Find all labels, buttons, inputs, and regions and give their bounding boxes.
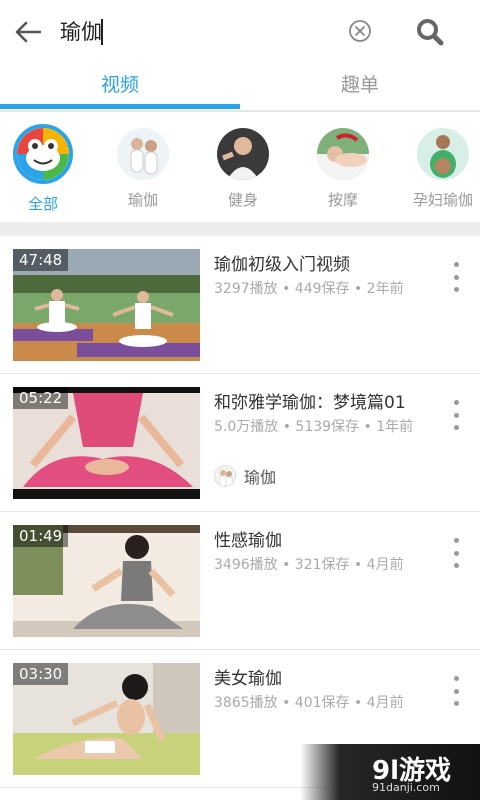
video-meta: 3865播放 • 401保存 • 4月前 (214, 695, 404, 711)
category-fitness[interactable]: 健身 (193, 128, 293, 210)
active-tab-indicator (0, 104, 240, 109)
uploader-name: 瑜伽 (244, 468, 277, 487)
video-meta: 5.0万播放 • 5139保存 • 1年前 (214, 419, 414, 435)
video-thumbnail[interactable]: 01:49 (13, 525, 200, 637)
frog-mascot-icon (13, 124, 73, 184)
text-cursor (101, 19, 103, 45)
search-icon[interactable] (412, 14, 448, 50)
tab-playlist[interactable]: 趣单 (240, 62, 480, 110)
uploader[interactable]: 瑜伽 (214, 464, 276, 488)
clear-icon[interactable] (345, 16, 375, 46)
yoga-avatar (117, 128, 169, 180)
duration-badge: 47:48 (13, 249, 69, 271)
video-meta: 3496播放 • 321保存 • 4月前 (214, 557, 404, 573)
category-all[interactable]: 全部 (0, 124, 93, 214)
video-thumbnail[interactable]: 05:22 (13, 387, 200, 499)
category-label: 按摩 (327, 191, 358, 209)
video-thumbnail[interactable]: 47:48 (13, 249, 200, 361)
duration-badge: 01:49 (13, 525, 69, 547)
duration-badge: 03:30 (13, 663, 69, 685)
more-options-icon[interactable] (446, 400, 466, 430)
video-meta: 3297播放 • 449保存 • 2年前 (214, 281, 404, 297)
video-title[interactable]: 和弥雅学瑜伽：梦境篇01 (214, 388, 434, 413)
back-arrow-icon[interactable] (10, 14, 46, 50)
category-label: 瑜伽 (127, 191, 158, 209)
video-title[interactable]: 性感瑜伽 (214, 526, 434, 551)
category-row: 全部 瑜伽 健身 按摩 孕妇瑜伽 (0, 114, 480, 222)
category-label: 全部 (27, 195, 58, 213)
more-options-icon[interactable] (446, 538, 466, 568)
category-label: 孕妇瑜伽 (412, 191, 473, 209)
video-item[interactable]: 01:49 性感瑜伽 3496播放 • 321保存 • 4月前 (0, 512, 480, 650)
more-options-icon[interactable] (446, 676, 466, 706)
video-thumbnail[interactable]: 03:30 (13, 663, 200, 775)
category-yoga[interactable]: 瑜伽 (93, 128, 193, 210)
prenatal-yoga-avatar (417, 128, 469, 180)
video-item[interactable]: 47:48 瑜伽初级入门视频 3297播放 • 449保存 • 2年前 (0, 236, 480, 374)
massage-avatar (317, 128, 369, 180)
duration-badge: 05:22 (13, 387, 69, 409)
video-title[interactable]: 美女瑜伽 (214, 664, 434, 689)
uploader-avatar (214, 465, 236, 487)
site-watermark: 9l游戏 91danji.com (300, 744, 480, 800)
fitness-avatar (217, 128, 269, 180)
section-divider (0, 222, 480, 236)
category-label: 健身 (227, 191, 258, 209)
video-item[interactable]: 05:22 和弥雅学瑜伽：梦境篇01 5.0万播放 • 5139保存 • 1年前… (0, 374, 480, 512)
watermark-url: 91danji.com (372, 781, 440, 794)
search-bar (0, 0, 480, 62)
more-options-icon[interactable] (446, 262, 466, 292)
category-massage[interactable]: 按摩 (293, 128, 393, 210)
tab-video[interactable]: 视频 (0, 62, 240, 110)
video-title[interactable]: 瑜伽初级入门视频 (214, 250, 434, 275)
category-prenatal-yoga[interactable]: 孕妇瑜伽 (393, 128, 480, 210)
